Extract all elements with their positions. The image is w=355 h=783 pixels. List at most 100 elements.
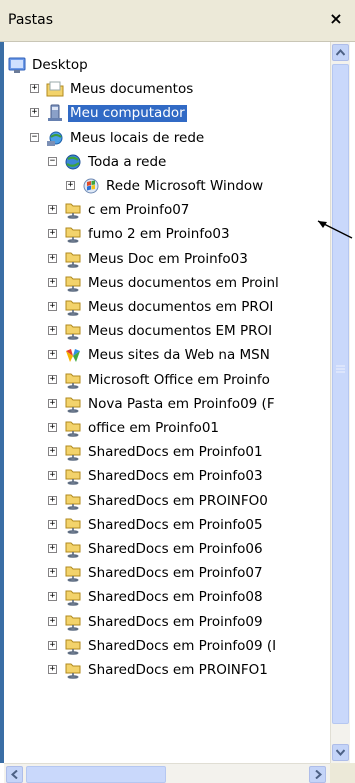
tree-item[interactable]: + Microsoft Office em Proinfo — [4, 369, 330, 393]
expand-icon[interactable]: + — [48, 495, 57, 505]
expand-icon[interactable]: + — [48, 277, 57, 287]
tree-item-label[interactable]: Meus sites da Web na MSN — [86, 347, 272, 364]
expand-icon[interactable]: + — [48, 568, 57, 578]
scrollbar-corner — [330, 763, 355, 783]
tree-item[interactable]: + Meus sites da Web na MSN — [4, 344, 330, 368]
tree-item-label[interactable]: SharedDocs em Proinfo07 — [86, 565, 265, 582]
folders-pane: Pastas × Desktop + Meus documentos + Meu com… — [0, 0, 355, 783]
tree-item[interactable]: + Meus Doc em Proinfo03 — [4, 248, 330, 272]
tree-item[interactable]: + SharedDocs em Proinfo09 (I — [4, 635, 330, 659]
tree-item-label[interactable]: SharedDocs em Proinfo01 — [86, 444, 265, 461]
tree-item-label[interactable]: SharedDocs em Proinfo06 — [86, 541, 265, 558]
tree-item-label[interactable]: Nova Pasta em Proinfo09 (F — [86, 396, 277, 413]
network-share-icon — [64, 540, 82, 558]
tree-item-label[interactable]: Meu computador — [68, 105, 187, 123]
tree-item-label[interactable]: Meus documentos EM PROI — [86, 323, 274, 340]
desktop-icon — [8, 56, 26, 74]
expand-icon[interactable]: + — [48, 205, 57, 215]
tree-item-label[interactable]: Rede Microsoft Window — [104, 178, 265, 195]
scroll-up-button[interactable] — [332, 44, 349, 61]
scroll-right-button[interactable] — [309, 766, 326, 783]
expand-icon[interactable]: + — [66, 181, 75, 190]
expand-icon[interactable]: + — [30, 84, 39, 94]
tree-item-label[interactable]: SharedDocs em PROINFO1 — [86, 662, 270, 679]
tree-item[interactable]: − Toda a rede — [4, 151, 330, 175]
expand-icon[interactable]: + — [48, 326, 57, 336]
expand-icon[interactable]: + — [48, 253, 57, 263]
expand-icon[interactable]: + — [48, 471, 57, 481]
tree-item-label[interactable]: Meus documentos em Proinl — [86, 275, 281, 292]
expand-icon[interactable]: + — [48, 544, 57, 553]
tree-item[interactable]: + Rede Microsoft Window — [4, 175, 330, 199]
tree-item-label[interactable]: Microsoft Office em Proinfo — [86, 372, 272, 389]
vertical-scroll-thumb[interactable] — [332, 64, 349, 724]
tree-item-label[interactable]: SharedDocs em Proinfo09 — [86, 614, 265, 631]
windows-network-icon — [82, 177, 100, 195]
expand-icon[interactable]: + — [48, 640, 57, 650]
chevron-up-icon — [336, 49, 345, 56]
expand-icon[interactable]: + — [48, 665, 57, 674]
collapse-icon[interactable]: − — [30, 132, 39, 142]
tree-item-label[interactable]: Meus documentos em PROI — [86, 299, 275, 316]
tree-item-label[interactable]: Meus locais de rede — [68, 130, 206, 147]
tree-item[interactable]: + c em Proinfo07 — [4, 199, 330, 223]
pane-header: Pastas × — [0, 0, 355, 42]
tree-item-label[interactable]: office em Proinfo01 — [86, 420, 221, 437]
tree-item-label[interactable]: Toda a rede — [86, 154, 168, 171]
scroll-left-button[interactable] — [6, 766, 23, 783]
tree-item-label[interactable]: SharedDocs em Proinfo09 (I — [86, 638, 278, 655]
tree-item[interactable]: Desktop — [4, 54, 330, 78]
tree-item-label[interactable]: SharedDocs em PROINFO0 — [86, 493, 270, 510]
tree-item[interactable]: − Meus locais de rede — [4, 127, 330, 151]
network-share-icon — [64, 201, 82, 219]
expand-icon[interactable]: + — [48, 447, 57, 457]
tree-item-label[interactable]: SharedDocs em Proinfo08 — [86, 589, 265, 606]
tree-item-label[interactable]: fumo 2 em Proinfo03 — [86, 226, 232, 243]
tree-item[interactable]: + office em Proinfo01 — [4, 417, 330, 441]
expand-icon[interactable]: + — [48, 374, 57, 384]
expand-icon[interactable]: + — [30, 108, 39, 118]
tree-item[interactable]: + SharedDocs em Proinfo05 — [4, 514, 330, 538]
tree-item[interactable]: + SharedDocs em Proinfo03 — [4, 465, 330, 489]
expand-icon[interactable]: + — [48, 229, 57, 239]
tree-item-label[interactable]: c em Proinfo07 — [86, 202, 191, 219]
tree-item[interactable]: + SharedDocs em Proinfo09 — [4, 611, 330, 635]
tree-item[interactable]: + Meus documentos em PROI — [4, 296, 330, 320]
scroll-down-button[interactable] — [332, 744, 349, 761]
tree-item[interactable]: + Meu computador — [4, 102, 330, 126]
tree-item[interactable]: + SharedDocs em Proinfo01 — [4, 441, 330, 465]
vertical-scrollbar[interactable] — [330, 42, 350, 763]
tree-item[interactable]: + SharedDocs em PROINFO0 — [4, 490, 330, 514]
tree-item-label[interactable]: Desktop — [30, 57, 90, 74]
tree-item[interactable]: + SharedDocs em Proinfo08 — [4, 586, 330, 610]
expand-icon[interactable]: + — [48, 398, 57, 408]
tree-item[interactable]: + Meus documentos EM PROI — [4, 320, 330, 344]
horizontal-scroll-thumb[interactable] — [26, 766, 166, 783]
horizontal-scrollbar[interactable] — [4, 763, 330, 783]
network-share-icon — [64, 371, 82, 389]
tree-item[interactable]: + Nova Pasta em Proinfo09 (F — [4, 393, 330, 417]
tree-item-label[interactable]: SharedDocs em Proinfo03 — [86, 468, 265, 485]
tree-item[interactable]: + SharedDocs em PROINFO1 — [4, 659, 330, 683]
expand-icon[interactable]: + — [48, 616, 57, 626]
tree-item-label[interactable]: SharedDocs em Proinfo05 — [86, 517, 265, 534]
pane-title: Pastas — [8, 12, 54, 28]
tree-item-label[interactable]: Meus documentos — [68, 81, 195, 98]
tree-item[interactable]: + SharedDocs em Proinfo06 — [4, 538, 330, 562]
folder-tree[interactable]: Desktop + Meus documentos + Meu computador − M… — [4, 42, 330, 763]
expand-icon[interactable]: + — [48, 592, 57, 602]
chevron-down-icon — [336, 749, 345, 756]
tree-item[interactable]: + Meus documentos em Proinl — [4, 272, 330, 296]
expand-icon[interactable]: + — [48, 423, 57, 432]
grip-icon — [336, 365, 345, 373]
collapse-icon[interactable]: − — [48, 156, 57, 166]
expand-icon[interactable]: + — [48, 350, 57, 360]
tree-item[interactable]: + SharedDocs em Proinfo07 — [4, 562, 330, 586]
close-button[interactable]: × — [325, 8, 347, 30]
tree-item[interactable]: + fumo 2 em Proinfo03 — [4, 223, 330, 247]
tree-item[interactable]: + Meus documentos — [4, 78, 330, 102]
folder-icon — [46, 80, 64, 98]
tree-item-label[interactable]: Meus Doc em Proinfo03 — [86, 251, 250, 268]
expand-icon[interactable]: + — [48, 519, 57, 529]
expand-icon[interactable]: + — [48, 302, 57, 311]
